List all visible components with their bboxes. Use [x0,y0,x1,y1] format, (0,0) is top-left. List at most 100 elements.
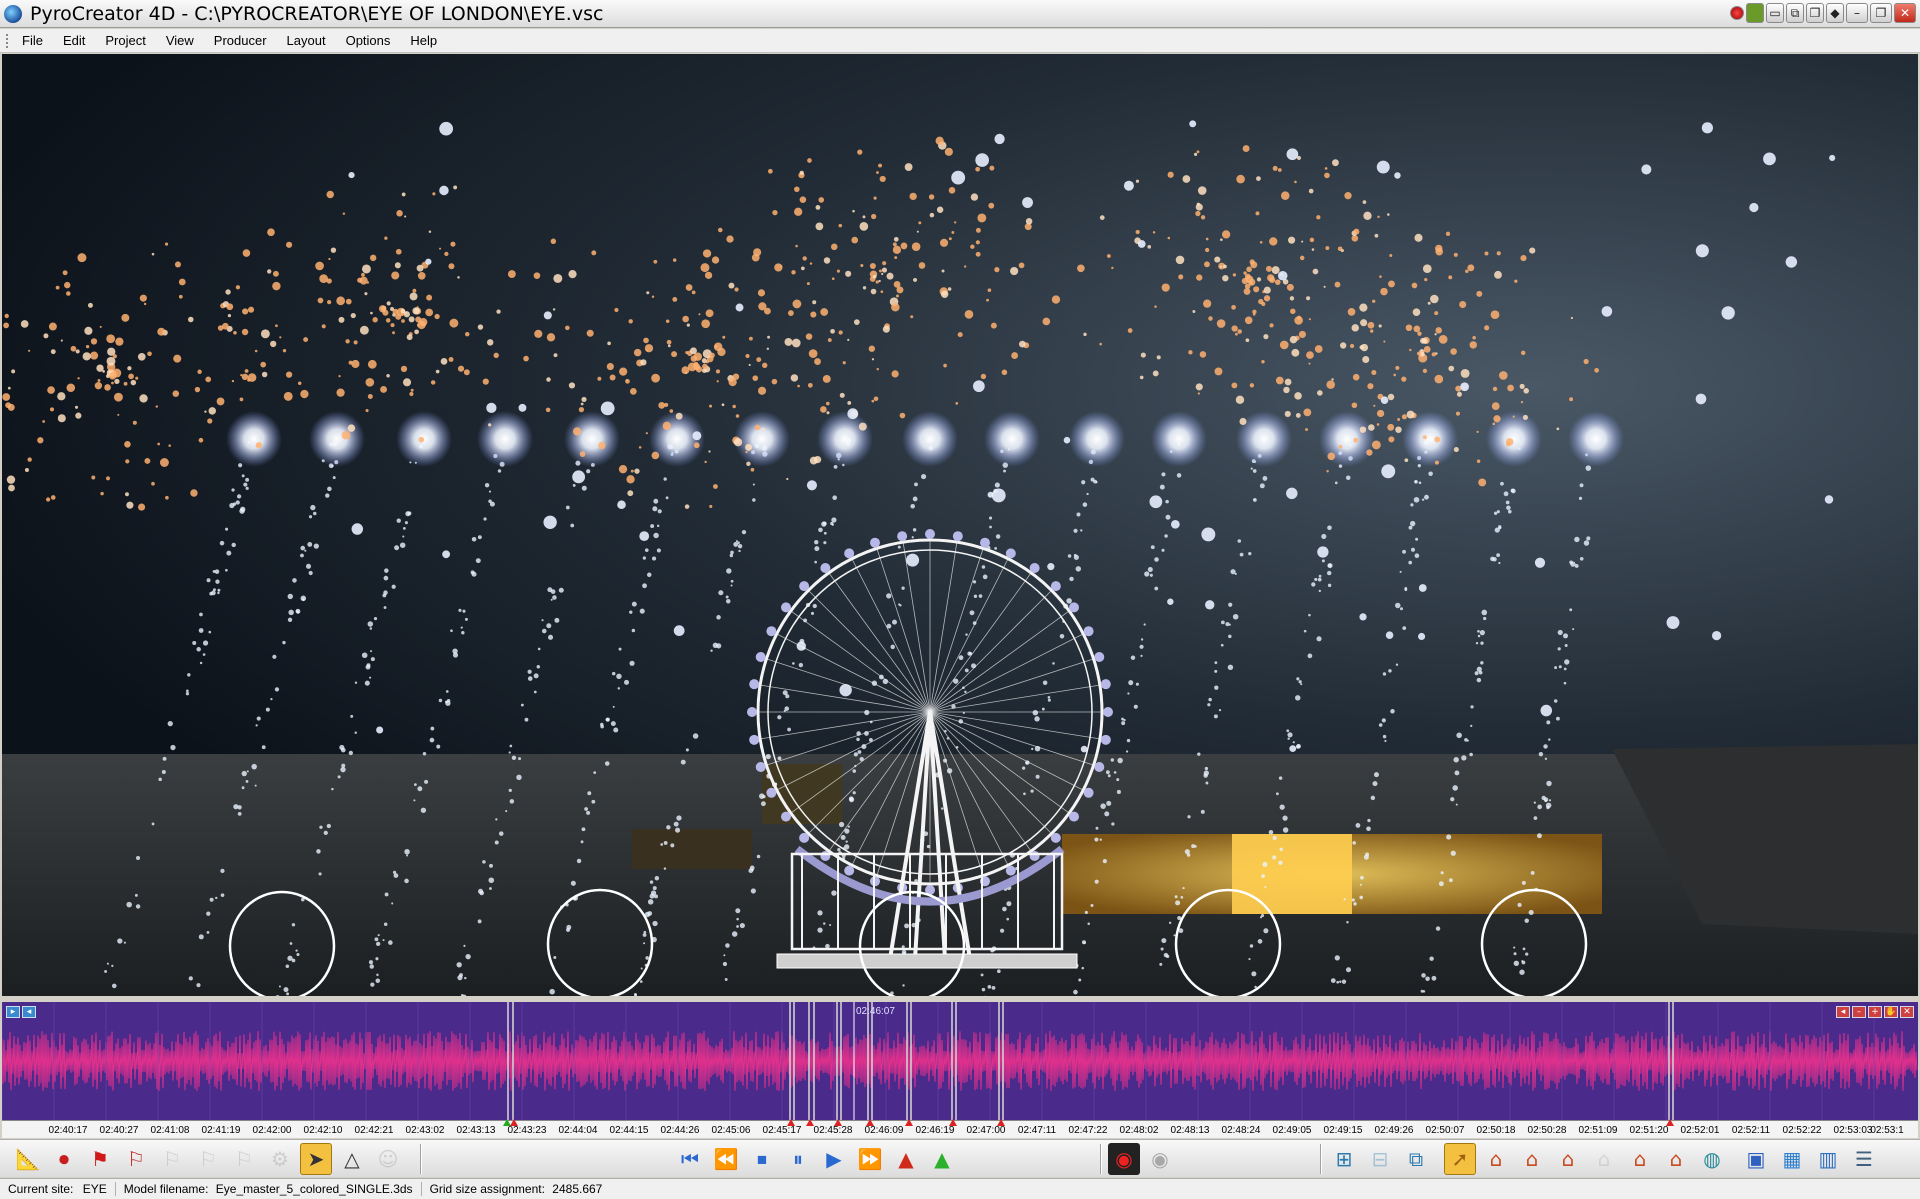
window-title: PyroCreator 4D - C:\PYROCREATOR\EYE OF L… [30,2,604,25]
status-model: Model filename: Eye_master_5_colored_SIN… [116,1182,422,1196]
audio-waveform [2,1002,1918,1120]
ruler-tick-label: 02:44:04 [558,1125,598,1136]
ruler-tick-label: 02:44:15 [609,1125,649,1136]
house-x-icon[interactable]: ⌂ [1552,1143,1584,1175]
maximize-button[interactable]: ❐ [1870,3,1892,23]
red-flag-icon[interactable]: ⚑ [84,1143,116,1175]
menu-help[interactable]: Help [400,33,447,48]
warning-red-icon[interactable]: ▲ [890,1143,922,1175]
ruler-tick-label: 02:40:27 [99,1125,139,1136]
ruler-tick-label: 02:46:09 [864,1125,904,1136]
play-icon[interactable]: ▶ [818,1143,850,1175]
settings-icon[interactable]: ◆ [1826,3,1844,23]
menu-view[interactable]: View [156,33,204,48]
cue-marker-icon[interactable] [806,1119,814,1126]
cue-marker-icon[interactable] [905,1119,913,1126]
menu-options[interactable]: Options [336,33,401,48]
playhead-time: 02:46:07 [856,1006,895,1017]
app-window: PyroCreator 4D - C:\PYROCREATOR\EYE OF L… [0,0,1920,1199]
palette-icon[interactable]: ▦ [1776,1143,1808,1175]
warning-green-icon[interactable]: ▲ [926,1143,958,1175]
ruler-tick-label: 02:45:17 [762,1125,802,1136]
disabled-cam-icon[interactable]: ◉ [1144,1143,1176,1175]
timeline-toggle-icon[interactable]: ▸ [6,1006,20,1018]
ruler-tick-label: 02:47:00 [966,1125,1006,1136]
ruler-pen-icon[interactable]: 📐 [12,1143,44,1175]
hand-icon[interactable]: ✋ [1884,1006,1898,1018]
menu-edit[interactable]: Edit [53,33,95,48]
cue-marker-icon[interactable] [510,1119,518,1126]
status-site: Current site: EYE [0,1182,116,1196]
house-icon[interactable]: ⌂ [1480,1143,1512,1175]
fireworks-scene [2,120,1918,996]
timeline-sound-icon[interactable]: ◂ [22,1006,36,1018]
select-tool-icon[interactable]: ➤ [300,1143,332,1175]
timeline-close-icon[interactable]: ✕ [1900,1006,1914,1018]
house-arrow-icon[interactable]: ⌂ [1516,1143,1548,1175]
record-cam-icon[interactable]: ◉ [1108,1143,1140,1175]
minimize-all-icon[interactable]: ▭ [1766,3,1784,23]
3d-viewport[interactable] [2,54,1918,996]
toolbar-separator [420,1144,422,1174]
globe-icon[interactable]: ◍ [1696,1143,1728,1175]
menu-file[interactable]: File [12,33,53,48]
grey-flag-icon[interactable]: ⚐ [156,1143,188,1175]
ruler-tick-label: 02:42:10 [303,1125,343,1136]
status-grid-value: 2485.667 [552,1182,603,1196]
grid-icon[interactable]: ▥ [1812,1143,1844,1175]
rewind-icon[interactable]: ⏪ [710,1143,742,1175]
cue-marker-icon[interactable] [787,1119,795,1126]
fast-forward-icon[interactable]: ⏩ [854,1143,886,1175]
menu-project[interactable]: Project [95,33,155,48]
ruler-tick-label: 02:49:05 [1272,1125,1312,1136]
stop-icon[interactable]: ⏹ [746,1143,778,1175]
title-bar[interactable]: PyroCreator 4D - C:\PYROCREATOR\EYE OF L… [0,0,1920,28]
house-add-icon[interactable]: ⌂ [1624,1143,1656,1175]
network-icon[interactable]: ⊞ [1328,1143,1360,1175]
timeline-right-controls: ◂ – + ✋ ✕ [1836,1006,1914,1018]
network2-icon[interactable]: ⊟ [1364,1143,1396,1175]
ruler-tick-label: 02:41:08 [150,1125,190,1136]
status-bar: Current site: EYE Model filename: Eye_ma… [0,1178,1920,1199]
cog-icon[interactable]: ⚙ [264,1143,296,1175]
cue-marker-icon[interactable] [949,1119,957,1126]
menu-grip-icon[interactable] [6,33,10,48]
image-icon[interactable]: ▣ [1740,1143,1772,1175]
cue-marker-icon[interactable] [997,1119,1005,1126]
pause-icon[interactable]: ⏸ [782,1143,814,1175]
record-indicator-icon[interactable] [1730,6,1744,20]
time-ruler[interactable]: 02:40:17 02:40:27 02:41:08 02:41:19 02:42:00… [2,1119,1918,1138]
record-icon[interactable]: ⏺ [48,1143,80,1175]
house-tree-icon[interactable]: ⌂ [1660,1143,1692,1175]
menu-producer[interactable]: Producer [204,33,277,48]
grey-flag2-icon[interactable]: ⚐ [192,1143,224,1175]
triangle-tool-icon[interactable]: △ [336,1143,368,1175]
zoom-in-icon[interactable]: + [1868,1006,1882,1018]
ruler-tick-label: 02:53:1 [1870,1125,1904,1136]
cue-marker-icon[interactable] [866,1119,874,1126]
app-logo-icon[interactable] [4,4,22,23]
zoom-out-icon[interactable]: – [1852,1006,1866,1018]
ruler-tick-label: 02:47:11 [1017,1125,1057,1136]
skip-start-icon[interactable]: ⏮ [674,1143,706,1175]
house-grey-icon[interactable]: ⌂ [1588,1143,1620,1175]
cursor-icon[interactable]: ➚ [1444,1143,1476,1175]
flag-a-icon[interactable]: ⚐ [120,1143,152,1175]
timeline-left-controls: ▸ ◂ [6,1006,36,1018]
restore-child-icon[interactable]: ❐ [1806,3,1824,23]
menu-layout[interactable]: Layout [277,33,336,48]
close-button[interactable]: ✕ [1894,3,1916,23]
ruler-tick-label: 02:46:19 [915,1125,955,1136]
audio-timeline[interactable]: ▸ ◂ 02:46:07 ◂ – + ✋ ✕ [2,1002,1918,1120]
cue-marker-icon[interactable] [1666,1119,1674,1126]
minimize-button[interactable]: – [1846,3,1868,23]
cascade-icon[interactable]: ⧉ [1786,3,1804,23]
timeline-back-icon[interactable]: ◂ [1836,1006,1850,1018]
layers-icon[interactable]: ⧉ [1400,1143,1432,1175]
person-icon[interactable]: ☺ [372,1143,404,1175]
grey-flag3-icon[interactable]: ⚐ [228,1143,260,1175]
cue-marker-icon[interactable] [834,1119,842,1126]
nvidia-icon[interactable] [1746,3,1764,23]
list-icon[interactable]: ☰ [1848,1143,1880,1175]
ruler-tick-label: 02:43:13 [456,1125,496,1136]
